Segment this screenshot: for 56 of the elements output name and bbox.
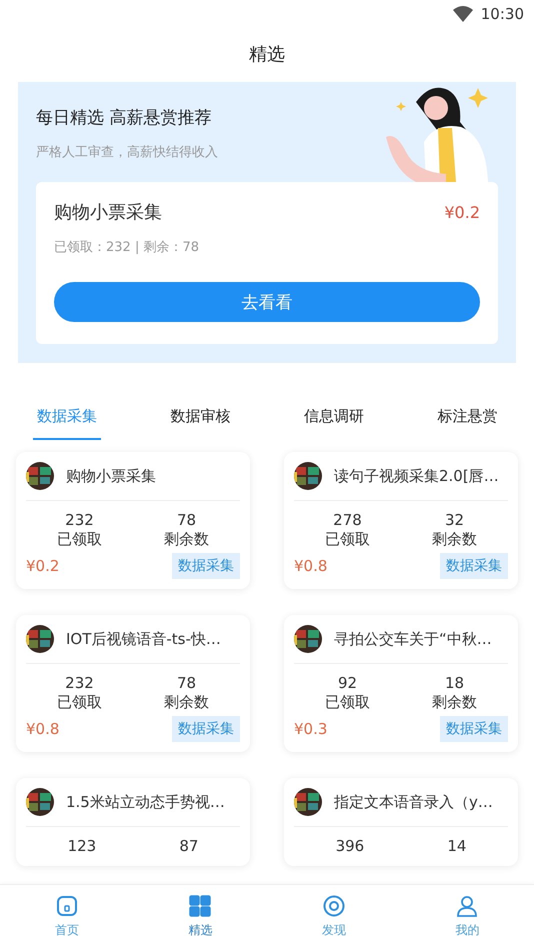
task-name: 1.5米站立动态手势视…	[66, 792, 225, 812]
category-tag: 数据采集	[440, 716, 508, 742]
claimed-label: 已领取	[57, 530, 102, 549]
category-tag: 数据采集	[172, 553, 240, 579]
task-name: 寻拍公交车关于“中秋…	[334, 630, 492, 648]
task-name: 指定文本语音录入（y…	[334, 792, 493, 812]
person-icon	[456, 895, 478, 917]
task-card[interactable]: 读句子视频采集2.0[唇… 278 已领取 32 剩余数 ¥0.8 数据采集	[284, 452, 518, 589]
task-price: ¥0.2	[444, 202, 480, 222]
task-card[interactable]: 购物小票采集 232 已领取 78 剩余数 ¥0.2 数据采集	[16, 452, 250, 589]
task-name: IOT后视镜语音-ts-快…	[66, 630, 221, 648]
task-name: 购物小票采集	[66, 466, 156, 486]
category-tag: 数据采集	[172, 716, 240, 742]
banner-subtitle: 严格人工审查，高薪快结得收入	[36, 144, 218, 161]
category-tab[interactable]: 标注悬赏	[433, 401, 502, 440]
remaining-label: 剩余数	[164, 693, 209, 712]
claimed-label: 已领取	[325, 693, 370, 712]
remaining-label: 剩余数	[164, 530, 209, 549]
claimed-count: 232	[65, 511, 94, 530]
grid-icon	[189, 895, 212, 917]
task-price: ¥0.3	[294, 720, 328, 738]
remaining-count: 87	[179, 837, 198, 856]
task-price: ¥0.8	[26, 720, 60, 738]
claimed-count: 123	[68, 837, 96, 856]
category-tag: 数据采集	[440, 553, 508, 579]
task-stats: 已领取：232 | 剩余：78	[54, 239, 200, 256]
target-icon	[322, 895, 345, 917]
task-card[interactable]: 1.5米站立动态手势视… 123 87	[16, 778, 250, 866]
claimed-label: 已领取	[325, 530, 370, 549]
remaining-count: 32	[444, 511, 464, 530]
status-time: 10:30	[480, 5, 524, 23]
remaining-count: 18	[444, 674, 464, 693]
task-price: ¥0.8	[294, 557, 328, 575]
home-icon	[56, 895, 78, 917]
remaining-label: 剩余数	[432, 530, 477, 549]
remaining-count: 14	[447, 837, 466, 856]
claimed-count: 278	[333, 511, 362, 530]
task-card[interactable]: 指定文本语音录入（y… 396 14	[284, 778, 518, 866]
claimed-count: 396	[336, 837, 364, 856]
remaining-count: 78	[176, 674, 196, 693]
task-card[interactable]: IOT后视镜语音-ts-快… 232 已领取 78 剩余数 ¥0.8 数据采集	[16, 615, 250, 752]
category-tab[interactable]: 数据审核	[166, 401, 234, 440]
claimed-label: 已领取	[57, 693, 102, 712]
task-price: ¥0.2	[26, 557, 60, 575]
task-name: 读句子视频采集2.0[唇…	[334, 466, 499, 486]
claimed-count: 92	[338, 674, 358, 693]
wifi-icon	[452, 6, 473, 22]
nav-tab[interactable]: 精选	[160, 885, 240, 949]
banner-title: 每日精选 高薪悬赏推荐	[36, 107, 212, 129]
category-tab[interactable]: 信息调研	[300, 401, 368, 440]
claimed-count: 232	[65, 674, 94, 693]
task-card[interactable]: 寻拍公交车关于“中秋… 92 已领取 18 剩余数 ¥0.3 数据采集	[284, 615, 518, 752]
task-name: 购物小票采集	[54, 201, 162, 224]
page-title: 精选	[249, 43, 285, 66]
remaining-count: 78	[176, 511, 196, 530]
remaining-label: 剩余数	[432, 693, 477, 712]
